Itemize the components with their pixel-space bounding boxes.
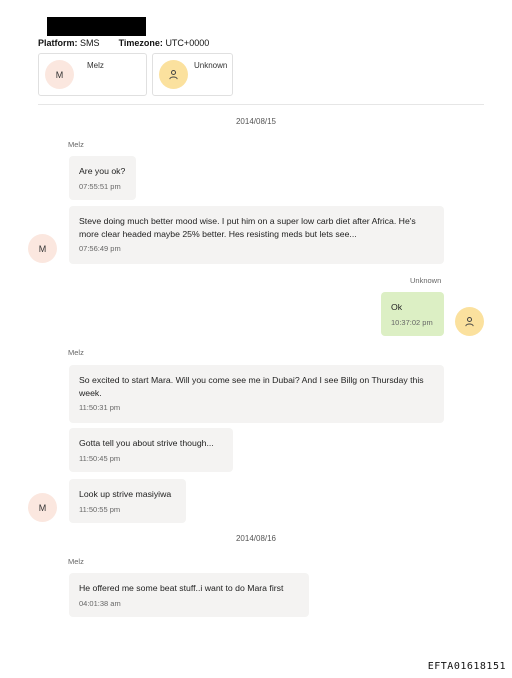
participant-name: Unknown (194, 61, 228, 70)
message-time: 11:50:31 pm (79, 403, 121, 412)
divider (38, 104, 484, 105)
date-separator: 2014/08/16 (235, 534, 277, 543)
message-text: Are you ok? (79, 166, 126, 176)
message-time: 11:50:55 pm (79, 504, 121, 514)
message-bubble: Look up strive masiyiwa 11:50:55 pm (69, 479, 186, 523)
avatar: M (45, 60, 74, 89)
message-bubble-outgoing: Ok 10:37:02 pm (381, 292, 444, 336)
sender-name: Melz (68, 140, 84, 149)
message-time: 11:50:45 pm (79, 453, 121, 463)
person-icon (455, 307, 484, 336)
sender-name: Melz (68, 348, 84, 357)
message-bubble: He offered me some beat stuff..i want to… (69, 573, 309, 617)
participant-card-unknown: Unknown (152, 53, 233, 96)
message-text: Steve doing much better mood wise. I put… (79, 216, 416, 239)
message-time: 07:56:49 pm (79, 244, 121, 253)
participant-card-melz: M Melz (38, 53, 147, 96)
message-text: Look up strive masiyiwa (79, 489, 172, 499)
platform-label: Platform: (38, 38, 78, 48)
sender-name: Melz (68, 557, 84, 566)
message-time: 04:01:38 am (79, 598, 121, 608)
document-id: EFTA01618151 (427, 661, 506, 672)
sender-name: Unknown (410, 276, 442, 285)
message-bubble: Gotta tell you about strive though... 11… (69, 428, 233, 472)
date-separator: 2014/08/15 (235, 117, 277, 126)
message-text: So excited to start Mara. Will you come … (79, 375, 424, 398)
message-text: Gotta tell you about strive though... (79, 438, 214, 448)
avatar: M (28, 234, 57, 263)
metadata-bar: Platform: SMS Timezone: UTC+0000 (38, 38, 209, 48)
message-bubble: Are you ok? 07:55:51 pm (69, 156, 136, 200)
message-time: 07:55:51 pm (79, 181, 121, 191)
message-time: 10:37:02 pm (391, 317, 433, 327)
message-text: He offered me some beat stuff..i want to… (79, 583, 284, 593)
redaction-block (47, 17, 146, 36)
timezone-label: Timezone: (118, 38, 163, 48)
timezone-value: UTC+0000 (165, 38, 210, 48)
message-text: Ok (391, 302, 403, 312)
message-bubble: So excited to start Mara. Will you come … (69, 365, 444, 423)
participant-name: Melz (87, 61, 104, 70)
person-icon (159, 60, 188, 89)
platform-value: SMS (80, 38, 100, 48)
message-bubble: Steve doing much better mood wise. I put… (69, 206, 444, 264)
avatar: M (28, 493, 57, 522)
